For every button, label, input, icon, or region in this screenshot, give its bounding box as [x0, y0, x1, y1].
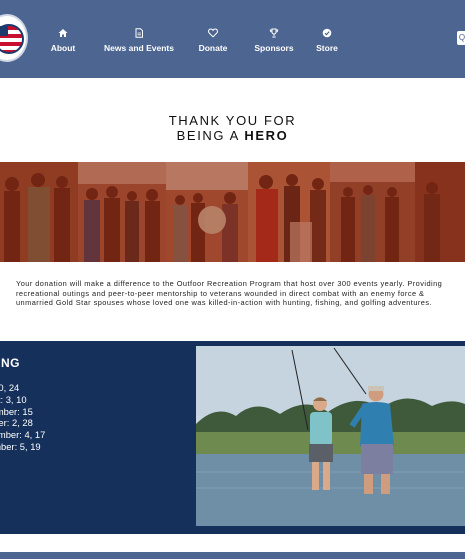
- anglers-fishing-image: [196, 346, 465, 526]
- nav-item-about[interactable]: About: [48, 28, 78, 56]
- tag-icon: [315, 28, 339, 39]
- date-row: tember: 15: [0, 405, 33, 417]
- nav-label-donate: Donate: [198, 43, 228, 53]
- top-navigation-bar: About News and Events Donate Sponsors St…: [0, 0, 465, 78]
- heading-line-1: THANK YOU FOR: [168, 113, 297, 128]
- fishing-section-title: HING: [0, 356, 20, 370]
- home-icon: [48, 28, 78, 39]
- group-photo-collage: [0, 162, 465, 262]
- document-icon: [102, 28, 176, 39]
- heading-emphasis: HERO: [244, 128, 289, 143]
- trophy-icon: [251, 28, 297, 39]
- search-button[interactable]: Q: [457, 31, 465, 45]
- nav-item-store[interactable]: Store: [315, 28, 339, 56]
- nav-label-news-and-events: News and Events: [104, 43, 174, 53]
- date-row: ember: 5, 19: [0, 440, 41, 452]
- donation-mission-text: Your donation will make a difference to …: [16, 279, 443, 308]
- date-row: ust: 3, 10: [0, 393, 27, 405]
- nav-label-store: Store: [316, 43, 338, 53]
- nav-label-about: About: [50, 43, 76, 53]
- search-icon: Q: [458, 33, 465, 42]
- fishing-photo: [196, 346, 465, 526]
- event-photo-banner: [0, 162, 465, 262]
- fishing-dates-list: : 10, 24 ust: 3, 10 tember: 15 ober: 2, …: [0, 382, 45, 453]
- organization-logo[interactable]: [0, 14, 28, 62]
- date-row: vember: 4, 17: [0, 429, 46, 441]
- heading-line-2: BEING A HERO: [0, 128, 465, 143]
- footer-band: [0, 552, 465, 559]
- nav-label-sponsors: Sponsors: [254, 43, 294, 53]
- nav-item-sponsors[interactable]: Sponsors: [251, 28, 297, 56]
- flag-emblem: [0, 24, 24, 54]
- fishing-events-section: HING : 10, 24 ust: 3, 10 tember: 15 ober…: [0, 341, 465, 534]
- thank-you-heading: THANK YOU FOR BEING A HERO: [0, 113, 465, 143]
- heading-line-2-prefix: BEING A: [176, 128, 245, 143]
- date-row: : 10, 24: [0, 382, 20, 393]
- heart-icon: [195, 28, 231, 39]
- nav-item-news-and-events[interactable]: News and Events: [102, 28, 176, 56]
- date-row: ober: 2, 28: [0, 417, 33, 429]
- nav-item-donate[interactable]: Donate: [195, 28, 231, 56]
